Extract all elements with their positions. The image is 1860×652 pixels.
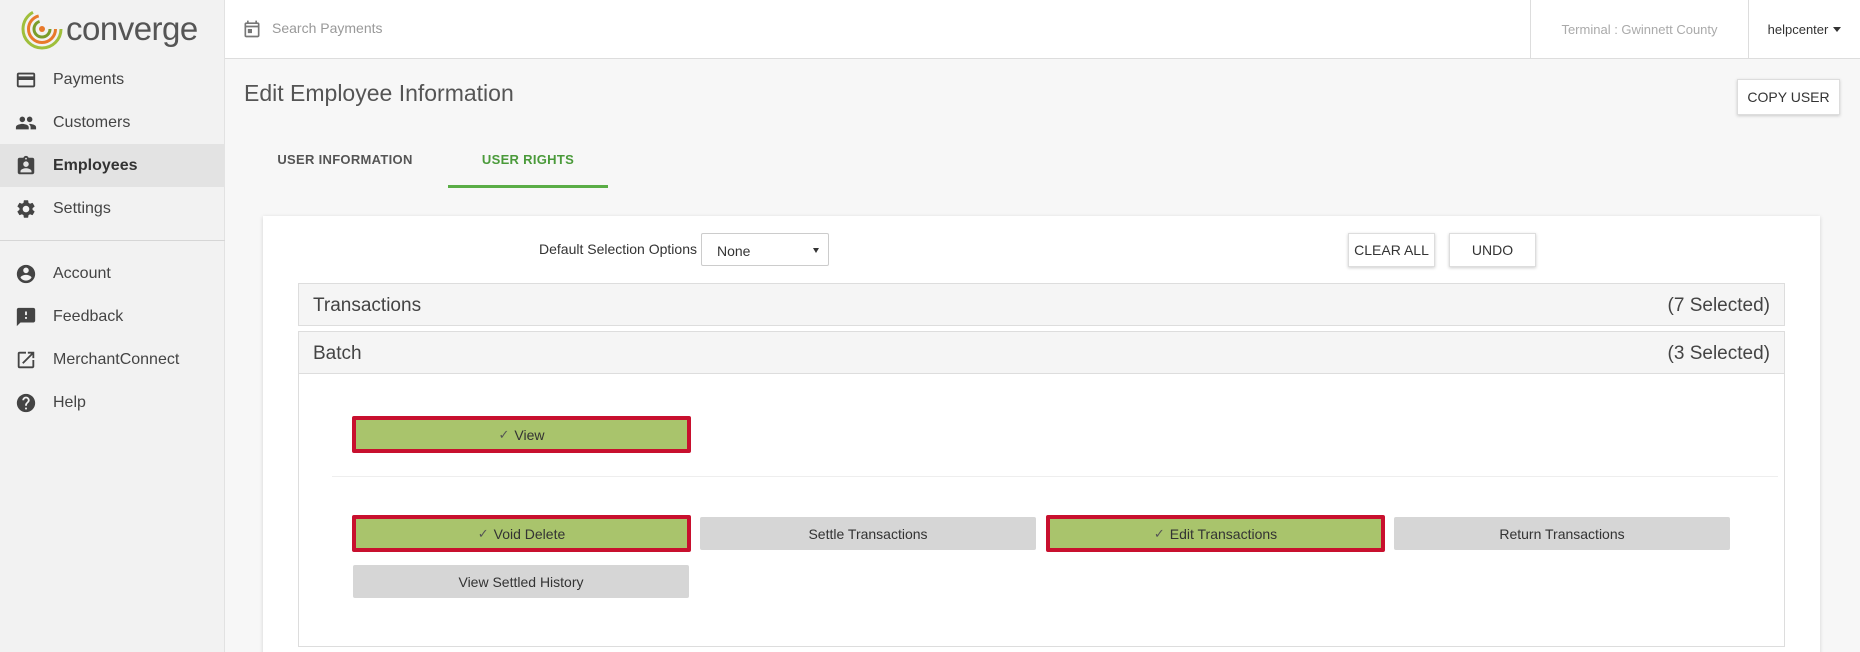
sidebar-nav: Payments Customers Employees Settings Ac… (0, 58, 225, 424)
batch-divider (332, 476, 1778, 477)
calendar-icon[interactable] (242, 19, 262, 39)
check-icon: ✓ (477, 525, 489, 541)
sidebar-item-account[interactable]: Account (0, 252, 225, 295)
sidebar-item-label: Employees (53, 156, 138, 174)
permission-return-transactions[interactable]: Return Transactions (1394, 517, 1730, 550)
converge-logo-mark-icon (21, 8, 63, 50)
permission-label: View Settled History (458, 573, 584, 590)
user-name: helpcenter (1767, 22, 1829, 37)
sidebar-item-customers[interactable]: Customers (0, 101, 225, 144)
sidebar-item-merchantconnect[interactable]: MerchantConnect (0, 338, 225, 381)
batch-permissions-body (298, 374, 1785, 647)
permission-label: View (514, 426, 545, 443)
tab-label: USER INFORMATION (277, 152, 413, 167)
sidebar-divider (0, 240, 225, 241)
user-menu[interactable]: helpcenter (1748, 0, 1860, 59)
dropdown-arrow-icon (813, 248, 819, 253)
badge-icon (14, 154, 38, 178)
sidebar-item-label: Customers (53, 113, 131, 131)
sidebar-item-settings[interactable]: Settings (0, 187, 225, 230)
feedback-icon (14, 305, 38, 329)
check-icon: ✓ (498, 426, 510, 442)
section-title: Batch (313, 343, 362, 364)
terminal-label: Terminal : Gwinnett County (1561, 22, 1718, 37)
sidebar-item-label: Feedback (53, 307, 124, 325)
permission-edit-transactions[interactable]: ✓ Edit Transactions (1046, 515, 1385, 552)
sidebar-item-label: Settings (53, 199, 111, 217)
permission-view-settled-history[interactable]: View Settled History (353, 565, 689, 598)
permission-void-delete[interactable]: ✓ Void Delete (352, 515, 691, 552)
section-count: (7 Selected) (1667, 295, 1770, 316)
tab-user-rights[interactable]: USER RIGHTS (448, 152, 608, 188)
sidebar-item-label: Payments (53, 70, 125, 88)
default-selection-value: None (717, 243, 751, 259)
gear-icon (14, 197, 38, 221)
permission-view[interactable]: ✓ View (352, 416, 691, 453)
check-icon: ✓ (1153, 525, 1165, 541)
sidebar-item-employees[interactable]: Employees (0, 144, 225, 187)
section-batch[interactable]: Batch (3 Selected) (298, 331, 1785, 374)
permission-settle-transactions[interactable]: Settle Transactions (700, 517, 1036, 550)
page-title: Edit Employee Information (244, 80, 514, 106)
sidebar-item-help[interactable]: Help (0, 381, 225, 424)
brand-name: converge (66, 10, 198, 47)
sidebar-item-label: Account (53, 264, 111, 282)
section-title: Transactions (313, 295, 422, 316)
permission-label: Void Delete (493, 525, 566, 542)
external-link-icon (14, 348, 38, 372)
sidebar-item-feedback[interactable]: Feedback (0, 295, 225, 338)
sidebar-item-payments[interactable]: Payments (0, 58, 225, 101)
caret-down-icon (1833, 27, 1842, 32)
permission-label: Settle Transactions (808, 525, 928, 542)
permission-label: Return Transactions (1499, 525, 1625, 542)
undo-button[interactable]: UNDO (1449, 233, 1536, 267)
tab-label: USER RIGHTS (481, 152, 575, 167)
clear-all-button[interactable]: CLEAR ALL (1348, 233, 1435, 267)
sidebar: converge Payments Customers Employees Se… (0, 0, 225, 652)
credit-card-icon (14, 68, 38, 92)
account-circle-icon (14, 262, 38, 286)
section-transactions[interactable]: Transactions (7 Selected) (298, 283, 1785, 326)
sidebar-item-label: MerchantConnect (53, 350, 180, 368)
help-icon (14, 391, 38, 415)
terminal-indicator: Terminal : Gwinnett County (1530, 0, 1748, 59)
sidebar-item-label: Help (53, 393, 86, 411)
top-bar: Search Payments Terminal : Gwinnett Coun… (225, 0, 1860, 59)
search-input[interactable]: Search Payments (272, 20, 383, 36)
permission-label: Edit Transactions (1169, 525, 1278, 542)
tab-user-information[interactable]: USER INFORMATION (245, 152, 445, 188)
default-selection-label: Default Selection Options (539, 241, 697, 257)
section-count: (3 Selected) (1667, 343, 1770, 364)
default-selection-select[interactable]: None (701, 233, 829, 266)
people-icon (14, 111, 38, 135)
copy-user-button[interactable]: COPY USER (1737, 79, 1840, 115)
converge-logo[interactable]: converge (20, 6, 198, 52)
